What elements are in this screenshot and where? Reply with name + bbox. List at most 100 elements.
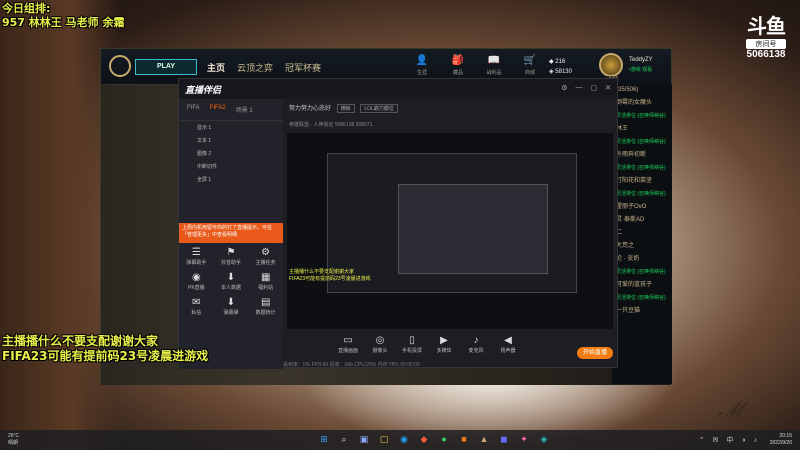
- source-icon: ◀: [504, 335, 512, 346]
- taskbar: 26°C 晴朗 ⊞ ⌕ ▣ ▢ ◉ ◆ ● ■ ▲ ◼ ✦ ◈ ⌃ ✉ 中 ◑ ♪ 20:15 202…: [0, 430, 800, 450]
- source-button[interactable]: ♪ 麦克风: [465, 335, 487, 365]
- nav-clash[interactable]: 冠军杯赛: [285, 61, 321, 74]
- taskbar-app-icon[interactable]: ◆: [418, 433, 430, 445]
- taskbar-app-icon[interactable]: ▲: [478, 433, 490, 445]
- friend-status: 灵活排位 (召唤师峡谷): [616, 139, 666, 145]
- taskbar-app-icon[interactable]: ▣: [358, 433, 370, 445]
- friend-item[interactable]: 林王: [612, 123, 672, 136]
- stream-title[interactable]: 努力努力心态好: [289, 106, 331, 112]
- system-tray[interactable]: ⌃ ✉ 中 ◑ ♪: [699, 435, 760, 445]
- source-label: 扬声器: [500, 348, 516, 354]
- taskbar-app-icon[interactable]: ●: [438, 433, 450, 445]
- friend-item[interactable]: 伦 · 妥奶: [612, 253, 672, 266]
- window-controls: ⚙ — ▢ ✕: [561, 84, 611, 92]
- friend-item[interactable]: 大荒之: [612, 240, 672, 253]
- avatar[interactable]: [599, 53, 623, 77]
- tool-button[interactable]: ▤ 数据统计: [248, 297, 283, 316]
- nav-home[interactable]: 主页: [207, 61, 225, 74]
- tool-grid: ☰ 弹幕助手 ⚑ 抖音助手 ⚙ 主播任务 ◉ PK直播 ⬇ 本人数据 ▦ 福利站 ✉ 私信 ⬇ 弹幕弹 ▤ 数据统…: [179, 247, 283, 316]
- maximize-icon[interactable]: ▢: [591, 84, 598, 92]
- scene-item[interactable]: 中断切件: [179, 160, 283, 173]
- weather-widget[interactable]: 26°C 晴朗: [8, 433, 19, 447]
- close-icon[interactable]: ✕: [605, 84, 611, 92]
- tool-button[interactable]: ▦ 福利站: [248, 272, 283, 291]
- loot-nav[interactable]: 📖 战利品: [483, 55, 505, 76]
- tab-fifa2[interactable]: FIFA2: [210, 105, 226, 114]
- scene-item[interactable]: 图像 2: [179, 147, 283, 160]
- tool-icon: ☰: [191, 247, 201, 258]
- league-nav: 主页 云顶之弈 冠军杯赛: [207, 61, 321, 74]
- friend-item[interactable]: 可爱的蓝孩子: [612, 279, 672, 292]
- friend-item[interactable]: 打阳花和菜坚: [612, 175, 672, 188]
- tool-button[interactable]: ⚑ 抖音助手: [214, 247, 249, 266]
- tool-label: 弹幕弹: [223, 310, 239, 316]
- tool-button[interactable]: ✉ 私信: [179, 297, 214, 316]
- friend-item[interactable]: 二: [612, 227, 672, 240]
- status-bar: 丢帧率：0% FPS:60 码率：0kb CPU:20% 内存:78% 00:0…: [283, 362, 420, 368]
- live-preview[interactable]: 主播播什么不要支配谢谢大家 FIFA23可能有提前码23号凌晨进游戏: [287, 133, 613, 329]
- stream-assistant-window: 直播伴侣 ⚙ — ▢ ✕ FIFA FIFA2 场景 1 显示 1 文本 1 图…: [178, 78, 618, 369]
- stream-overlay-top: 今日组排: 957 林林王 马老师 余霜: [2, 2, 124, 30]
- taskbar-app-icon[interactable]: ■: [458, 433, 470, 445]
- friend-item[interactable]: 一只豆猫: [612, 305, 672, 318]
- source-label: 多媒体: [436, 348, 452, 354]
- profile-icon: 👤: [415, 55, 429, 66]
- friend-item[interactable]: 灵·泰斯AD: [612, 214, 672, 227]
- loot-label: 战利品: [486, 70, 502, 76]
- taskbar-app-icon[interactable]: ✦: [518, 433, 530, 445]
- tool-label: 抖音助手: [220, 260, 241, 266]
- profile-nav[interactable]: 👤 生涯: [411, 55, 433, 76]
- source-label: 麦克风: [468, 348, 484, 354]
- tool-icon: ⚑: [226, 247, 236, 258]
- preview-caption-2: FIFA23可能有提前码23号凌晨进游戏: [289, 276, 371, 282]
- notice-banner[interactable]: 上周内机用留可你的打了直播提示，可在「管理更多」中查看明细: [179, 223, 283, 243]
- store-nav[interactable]: 🛒 商城: [519, 55, 541, 76]
- collection-nav[interactable]: 🎒 藏品: [447, 55, 469, 76]
- tool-button[interactable]: ⬇ 本人数据: [214, 272, 249, 291]
- source-icon: ◎: [375, 335, 385, 346]
- overlay-line-3: 主播播什么不要支配谢谢大家: [2, 334, 159, 348]
- tool-icon: ⬇: [226, 297, 236, 308]
- taskbar-app-icon[interactable]: ◼: [498, 433, 510, 445]
- tab-fifa[interactable]: FIFA: [187, 105, 200, 114]
- tool-button[interactable]: ⚙ 主播任务: [248, 247, 283, 266]
- scene-panel: FIFA FIFA2 场景 1 显示 1 文本 1 图像 2 中断切件 全屏 1…: [179, 99, 283, 369]
- overlay-line-4: FIFA23可能有提前码23号凌晨进游戏: [2, 349, 209, 363]
- tool-icon: ⬇: [226, 272, 236, 283]
- tab-scene-1[interactable]: 场景 1: [236, 105, 253, 114]
- taskbar-app-icon[interactable]: ◉: [398, 433, 410, 445]
- taskbar-app-icon[interactable]: ⊞: [318, 433, 330, 445]
- tool-button[interactable]: ⬇ 弹幕弹: [214, 297, 249, 316]
- be-amount: 58130: [555, 69, 572, 75]
- friend-item[interactable]: (35/506): [612, 84, 672, 97]
- nav-tft[interactable]: 云顶之弈: [237, 61, 273, 74]
- orientation-tag[interactable]: 横板: [336, 104, 355, 113]
- taskbar-app-icon[interactable]: ▢: [378, 433, 390, 445]
- friend-item[interactable]: 倒霉的女魔头: [612, 97, 672, 110]
- taskbar-app-icon[interactable]: ⌕: [338, 433, 350, 445]
- scene-item[interactable]: 显示 1: [179, 121, 283, 134]
- room-logo: 斗鱼 房间号 5066138: [736, 10, 796, 60]
- league-logo-icon[interactable]: [109, 55, 131, 77]
- settings-icon[interactable]: ⚙: [561, 84, 567, 92]
- source-button[interactable]: ▶ 多媒体: [433, 335, 455, 365]
- category-tag[interactable]: LOL巅力都位: [360, 104, 398, 113]
- friend-item[interactable]: 霍丽子OvO: [612, 201, 672, 214]
- clock[interactable]: 20:15 2022/9/20: [770, 433, 792, 447]
- tool-button[interactable]: ☰ 弹幕助手: [179, 247, 214, 266]
- source-button[interactable]: ◀ 扬声器: [497, 335, 519, 365]
- tool-icon: ▦: [260, 272, 271, 283]
- stream-meta: 英雄联盟 · 人神验证 5066138 508671: [289, 122, 373, 128]
- tool-button[interactable]: ◉ PK直播: [179, 272, 214, 291]
- tool-icon: ⚙: [261, 247, 271, 258]
- play-button[interactable]: PLAY: [135, 59, 197, 75]
- taskbar-app-icon[interactable]: ◈: [538, 433, 550, 445]
- friend-item[interactable]: 外雨奔初断: [612, 149, 672, 162]
- assistant-title-bar: 直播伴侣 ⚙ — ▢ ✕: [179, 79, 617, 99]
- scene-item[interactable]: 全屏 1: [179, 173, 283, 186]
- tool-label: 弹幕助手: [186, 260, 207, 266]
- scene-item[interactable]: 文本 1: [179, 134, 283, 147]
- tool-label: PK直播: [187, 285, 205, 291]
- start-live-button[interactable]: 开始直播: [577, 347, 613, 359]
- minimize-icon[interactable]: —: [576, 84, 583, 92]
